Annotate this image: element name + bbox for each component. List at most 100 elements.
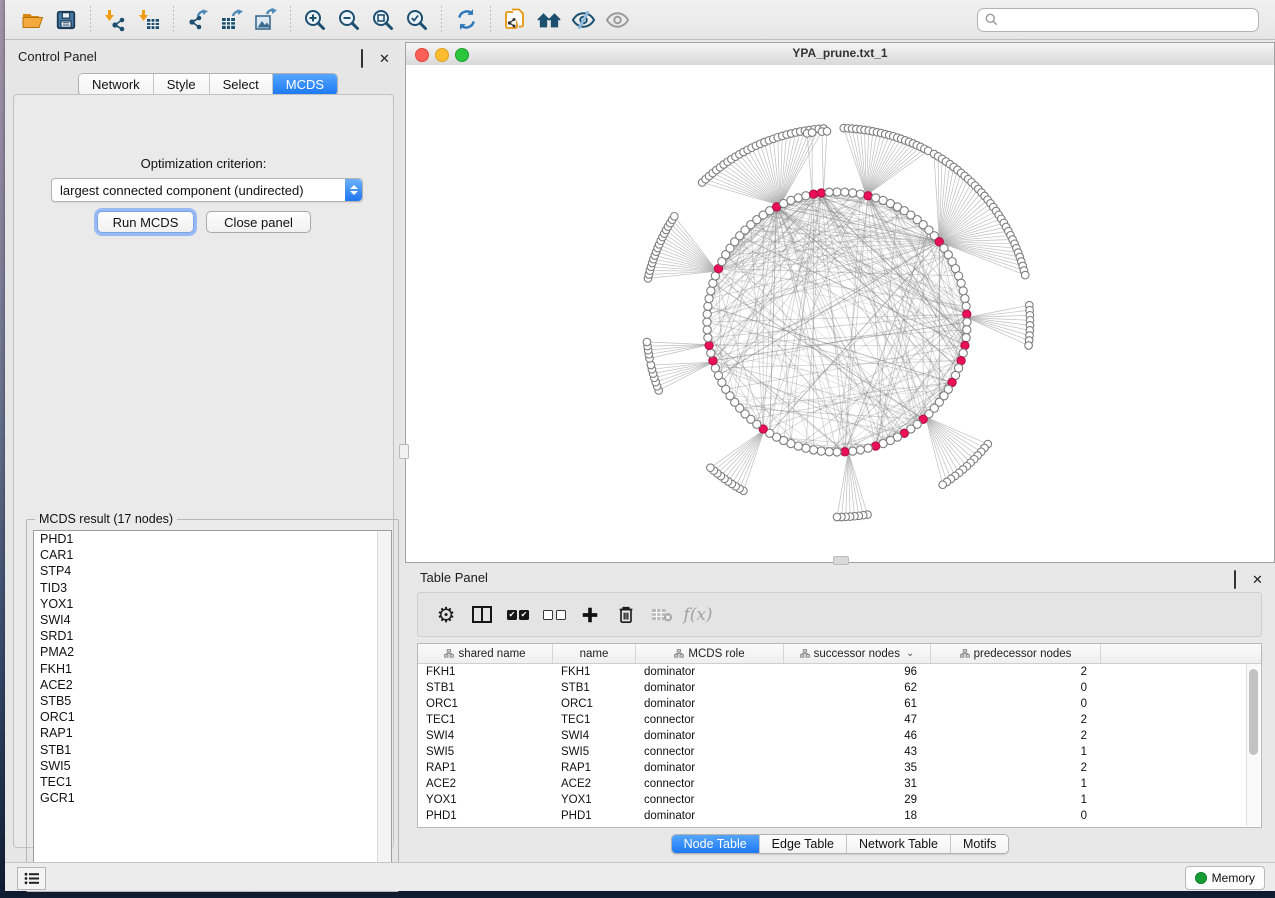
mcds-tab-content: Optimization criterion: largest connecte…: [13, 94, 394, 848]
copy-view-icon[interactable]: [500, 5, 530, 35]
zoom-in-icon[interactable]: [300, 5, 330, 35]
run-mcds-button[interactable]: Run MCDS: [97, 211, 194, 233]
table-cell: ORC1: [418, 698, 553, 710]
tab-mcds[interactable]: MCDS: [273, 74, 337, 95]
table-row[interactable]: STB1STB1dominator620: [418, 680, 1261, 696]
mcds-result-item[interactable]: GCR1: [34, 790, 391, 806]
mcds-list-scrollbar[interactable]: [377, 531, 391, 883]
column-label: successor nodes: [814, 648, 900, 660]
table-row[interactable]: PHD1PHD1dominator180: [418, 808, 1261, 824]
optimization-criterion-select[interactable]: largest connected component (undirected): [51, 178, 363, 202]
table-row[interactable]: TEC1TEC1connector472: [418, 712, 1261, 728]
table-body: FKH1FKH1dominator962STB1STB1dominator620…: [418, 664, 1261, 824]
shared-column-icon: [674, 649, 684, 658]
show-graphics-details-icon[interactable]: [602, 5, 632, 35]
tab-select[interactable]: Select: [210, 74, 273, 95]
tab-style[interactable]: Style: [154, 74, 210, 95]
import-table-icon[interactable]: [134, 5, 164, 35]
table-row[interactable]: YOX1YOX1connector291: [418, 792, 1261, 808]
column-header-shared-name[interactable]: shared name: [418, 644, 553, 663]
vertical-split-handle[interactable]: [399, 444, 409, 459]
close-panel-icon[interactable]: ✕: [379, 50, 390, 61]
mcds-result-item[interactable]: TID3: [34, 580, 391, 596]
mcds-result-item[interactable]: ORC1: [34, 709, 391, 725]
float-window-icon[interactable]: [361, 50, 372, 61]
close-panel-button[interactable]: Close panel: [206, 211, 311, 233]
mcds-result-item[interactable]: STP4: [34, 563, 391, 579]
mcds-result-item[interactable]: RAP1: [34, 725, 391, 741]
network-graph[interactable]: [406, 65, 1274, 562]
task-history-list-icon[interactable]: [17, 867, 46, 890]
show-columns-icon[interactable]: [468, 601, 496, 629]
save-icon[interactable]: [51, 5, 81, 35]
float-table-panel-icon[interactable]: [1234, 571, 1245, 582]
search-input[interactable]: [1003, 12, 1251, 28]
mcds-result-item[interactable]: STB1: [34, 742, 391, 758]
table-scrollbar[interactable]: [1246, 664, 1260, 826]
export-image-icon[interactable]: [251, 5, 281, 35]
zoom-selected-icon[interactable]: [402, 5, 432, 35]
close-table-panel-icon[interactable]: ✕: [1252, 571, 1263, 582]
table-row[interactable]: SWI5SWI5connector431: [418, 744, 1261, 760]
table-tab-node-table[interactable]: Node Table: [672, 835, 760, 853]
zoom-out-icon[interactable]: [334, 5, 364, 35]
status-bar: Memory: [5, 862, 1275, 891]
mcds-result-item[interactable]: SRD1: [34, 628, 391, 644]
main-toolbar: [5, 0, 1275, 40]
function-builder-icon[interactable]: f(x): [684, 601, 712, 629]
mcds-result-item[interactable]: YOX1: [34, 596, 391, 612]
mcds-result-item[interactable]: SWI5: [34, 758, 391, 774]
delete-table-icon[interactable]: [648, 601, 676, 629]
mcds-result-item[interactable]: FKH1: [34, 661, 391, 677]
home-icon[interactable]: [534, 5, 564, 35]
delete-column-icon[interactable]: [612, 601, 640, 629]
table-tab-edge-table[interactable]: Edge Table: [760, 835, 847, 853]
table-settings-gear-icon[interactable]: ⚙: [432, 601, 460, 629]
mcds-result-item[interactable]: TEC1: [34, 774, 391, 790]
mcds-result-item[interactable]: PHD1: [34, 531, 391, 547]
table-cell: 96: [784, 666, 931, 678]
mcds-result-item[interactable]: CAR1: [34, 547, 391, 563]
open-folder-icon[interactable]: [17, 5, 47, 35]
refresh-icon[interactable]: [451, 5, 481, 35]
memory-button[interactable]: Memory: [1185, 866, 1265, 890]
table-tab-network-table[interactable]: Network Table: [847, 835, 951, 853]
mcds-result-list[interactable]: PHD1CAR1STP4TID3YOX1SWI4SRD1PMA2FKH1ACE2…: [33, 530, 392, 884]
table-tab-motifs[interactable]: Motifs: [951, 835, 1008, 853]
table-cell: dominator: [636, 730, 784, 742]
table-cell: PHD1: [418, 810, 553, 822]
table-row[interactable]: ORC1ORC1dominator610: [418, 696, 1261, 712]
table-scrollbar-thumb[interactable]: [1249, 669, 1258, 755]
combo-stepper-icon: [345, 179, 362, 201]
export-table-icon[interactable]: [217, 5, 247, 35]
column-header-successor-nodes[interactable]: successor nodes⌄: [784, 644, 931, 663]
table-row[interactable]: ACE2ACE2connector311: [418, 776, 1261, 792]
column-header-predecessor-nodes[interactable]: predecessor nodes: [931, 644, 1101, 663]
hide-graphics-details-icon[interactable]: [568, 5, 598, 35]
zoom-fit-icon[interactable]: [368, 5, 398, 35]
table-row[interactable]: SWI4SWI4dominator462: [418, 728, 1261, 744]
table-tabs: Node TableEdge TableNetwork TableMotifs: [671, 834, 1010, 854]
unselect-all-columns-icon[interactable]: [540, 601, 568, 629]
tab-network[interactable]: Network: [79, 74, 154, 95]
table-row[interactable]: RAP1RAP1dominator352: [418, 760, 1261, 776]
network-canvas[interactable]: [406, 65, 1274, 562]
table-cell: 2: [931, 714, 1101, 726]
column-label: MCDS role: [688, 648, 744, 660]
table-row[interactable]: FKH1FKH1dominator962: [418, 664, 1261, 680]
select-all-columns-icon[interactable]: ✔✔: [504, 601, 532, 629]
export-network-icon[interactable]: [183, 5, 213, 35]
network-window-titlebar[interactable]: YPA_prune.txt_1: [406, 43, 1274, 66]
create-column-icon[interactable]: [576, 601, 604, 629]
mcds-result-item[interactable]: SWI4: [34, 612, 391, 628]
table-cell: 0: [931, 698, 1101, 710]
mcds-result-item[interactable]: STB5: [34, 693, 391, 709]
table-cell: TEC1: [418, 714, 553, 726]
horizontal-split-handle[interactable]: [833, 556, 849, 565]
mcds-result-item[interactable]: ACE2: [34, 677, 391, 693]
import-network-icon[interactable]: [100, 5, 130, 35]
column-header-name[interactable]: name: [553, 644, 636, 663]
column-header-mcds-role[interactable]: MCDS role: [636, 644, 784, 663]
column-label: shared name: [458, 648, 525, 660]
mcds-result-item[interactable]: PMA2: [34, 644, 391, 660]
